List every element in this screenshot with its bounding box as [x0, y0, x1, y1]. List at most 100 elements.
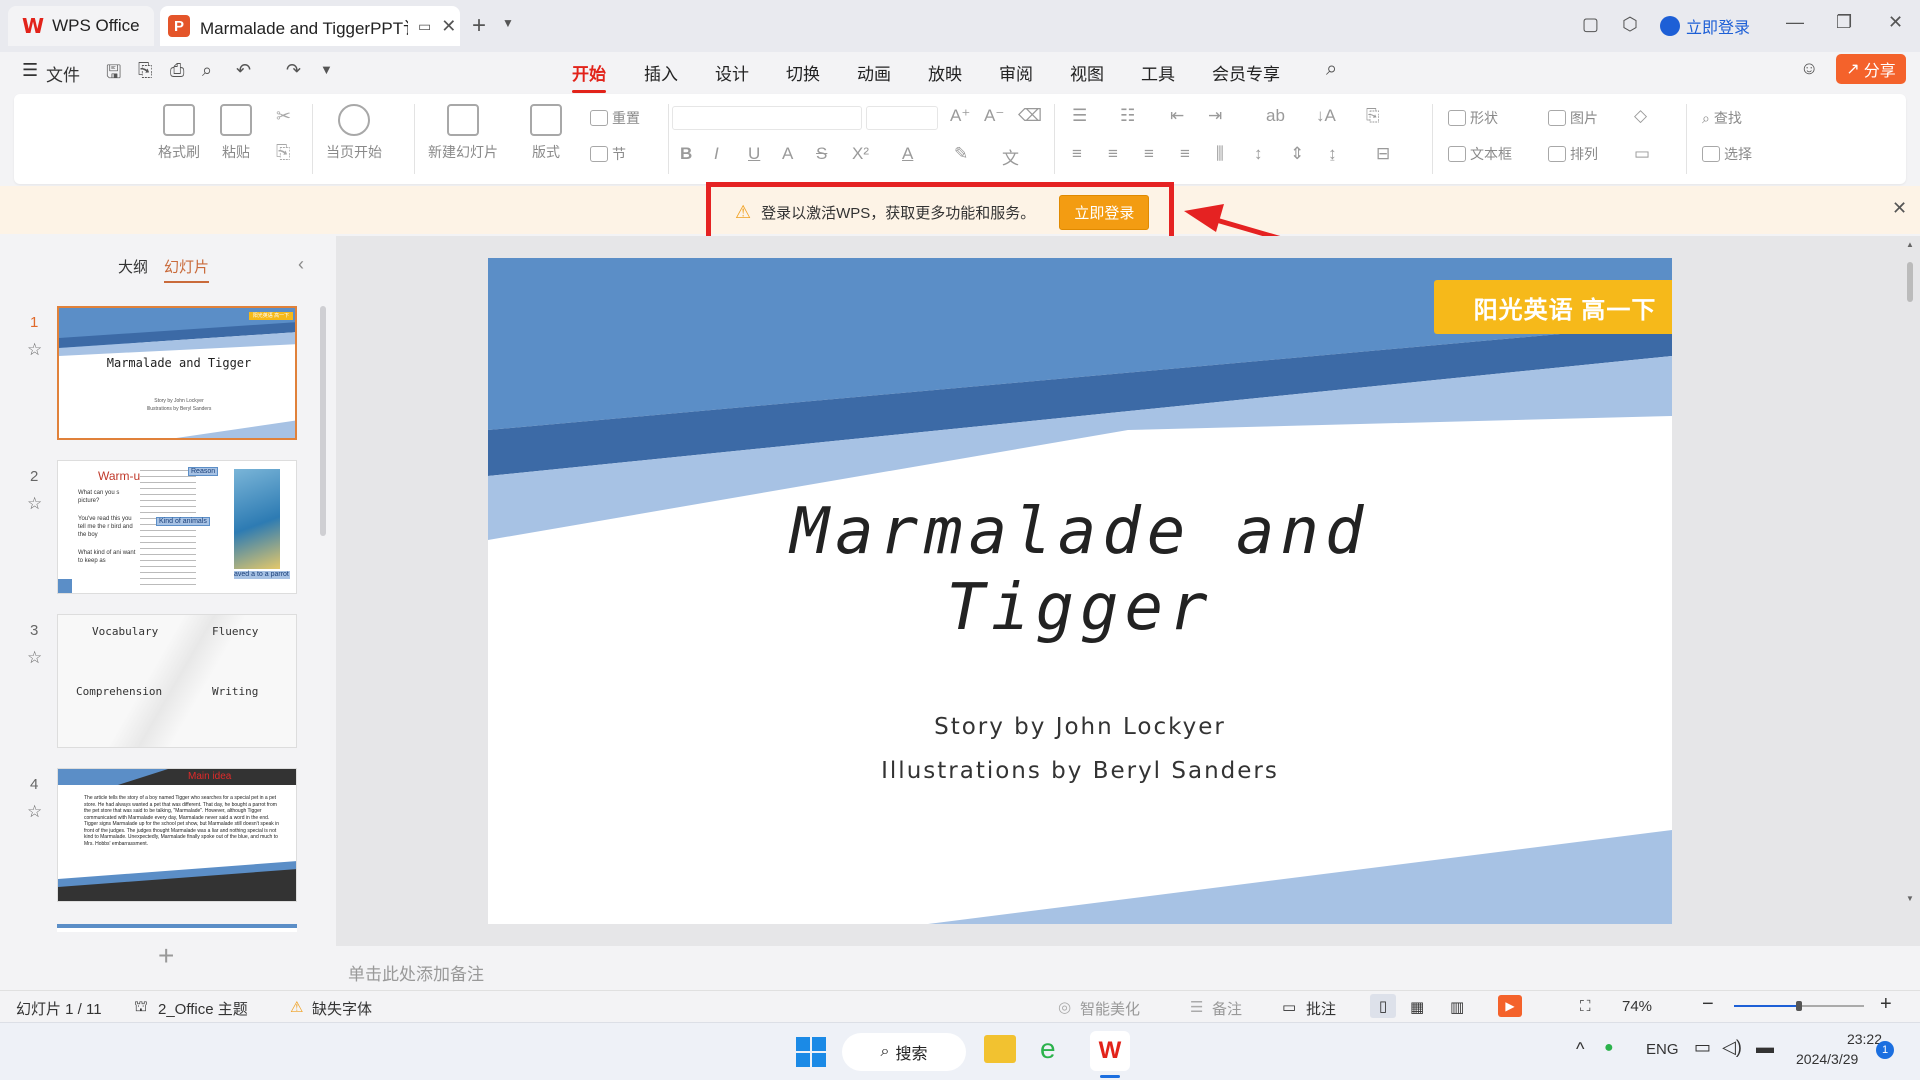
restore-icon[interactable]: ❐ [1836, 12, 1852, 33]
share-button[interactable]: ↗ 分享 [1836, 54, 1906, 84]
increase-indent-icon[interactable]: ⇥ [1208, 106, 1222, 126]
clock-date[interactable]: 2024/3/29 [1796, 1051, 1858, 1067]
clear-format-icon[interactable]: ⌫ [1018, 106, 1042, 126]
close-notice-icon[interactable]: ✕ [1892, 198, 1907, 219]
play-slideshow-icon[interactable]: ▶ [1498, 995, 1522, 1017]
zoom-out-icon[interactable]: − [1702, 993, 1714, 1016]
window-layout-icon[interactable]: ▢ [1582, 14, 1599, 35]
paste-button[interactable]: 粘贴 [220, 104, 252, 162]
underline-icon[interactable]: U [748, 144, 760, 164]
star-icon[interactable]: ☆ [27, 648, 42, 668]
shape-button[interactable]: 形状 [1448, 108, 1498, 128]
add-slide-icon[interactable]: + [158, 940, 174, 972]
align-center-icon[interactable]: ≡ [1108, 144, 1118, 164]
format-painter-button[interactable]: 格式刷 [158, 104, 200, 162]
slide-thumbnail-5-partial[interactable] [57, 924, 297, 932]
new-slide-button[interactable]: 新建幻灯片 [428, 104, 498, 162]
normal-view-icon[interactable]: ▯ [1370, 994, 1396, 1018]
wechat-icon[interactable]: ● [1604, 1039, 1614, 1057]
font-family-select[interactable] [672, 106, 862, 130]
copy-icon[interactable]: ⎘ [276, 142, 290, 163]
missing-font-link[interactable]: 缺失字体 [312, 998, 372, 1019]
line-spacing-icon[interactable]: ↕ [1254, 144, 1263, 164]
fit-window-icon[interactable]: ⛶ [1580, 998, 1591, 1015]
font-shrink-icon[interactable]: A⁻ [984, 106, 1004, 126]
align-left-icon[interactable]: ≡ [1072, 144, 1082, 164]
tab-member[interactable]: 会员专享 [1212, 60, 1280, 85]
text-direction-icon[interactable]: ab [1266, 106, 1285, 126]
star-icon[interactable]: ☆ [27, 494, 42, 514]
comments-toggle[interactable]: 批注 [1306, 998, 1336, 1019]
align-right-icon[interactable]: ≡ [1144, 144, 1154, 164]
bullet-list-icon[interactable]: ☰ [1072, 106, 1087, 126]
monitor-icon[interactable]: ▭ [418, 18, 431, 35]
tab-document[interactable]: P Marmalade and TiggerPPT讠 ▭ ✕ [160, 6, 460, 46]
start-current-button[interactable]: 当页开始 [326, 104, 382, 162]
login-link[interactable]: 立即登录 [1660, 14, 1750, 38]
font-size-select[interactable] [866, 106, 938, 130]
columns-icon[interactable]: ⫼ [1216, 144, 1224, 164]
input-language[interactable]: ENG [1646, 1041, 1679, 1058]
hamburger-icon[interactable]: ☰ [22, 60, 38, 81]
tab-insert[interactable]: 插入 [644, 60, 678, 85]
cube-icon[interactable]: ⬡ [1622, 14, 1638, 35]
save-icon[interactable]: 🖫 [106, 60, 121, 90]
spacing-icon[interactable]: ↨ [1328, 144, 1337, 164]
bold-icon[interactable]: B [680, 144, 692, 164]
italic-icon[interactable]: I [714, 144, 719, 164]
tab-start[interactable]: 开始 [572, 60, 606, 93]
reset-button[interactable]: 重置 [590, 108, 640, 128]
slide-thumbnail-3[interactable]: Vocabulary Fluency Comprehension Writing [57, 614, 297, 748]
search-icon[interactable]: ⌕ [1326, 58, 1337, 81]
reading-view-icon[interactable]: ▥ [1450, 998, 1464, 1016]
grid-view-icon[interactable]: ▦ [1410, 998, 1424, 1016]
network-icon[interactable]: ▭ [1694, 1037, 1711, 1058]
tab-review[interactable]: 审阅 [999, 60, 1033, 85]
decrease-indent-icon[interactable]: ⇤ [1170, 106, 1184, 126]
print-icon[interactable]: ⎙ [170, 60, 184, 81]
tray-chevron-icon[interactable]: ^ [1576, 1039, 1584, 1060]
slide-thumbnail-2[interactable]: Warm-up What can you s picture? You've re… [57, 460, 297, 594]
wps-taskbar-icon[interactable]: W [1090, 1031, 1130, 1071]
fill-icon[interactable]: ◇ [1634, 106, 1647, 126]
star-icon[interactable]: ☆ [27, 802, 42, 822]
arrange-button[interactable]: 排列 [1548, 144, 1598, 164]
text-effect-icon[interactable]: A [782, 144, 793, 164]
strikethrough-icon[interactable]: S [816, 144, 827, 164]
battery-icon[interactable]: ▬ [1756, 1037, 1774, 1058]
print-preview-icon[interactable]: ⌕ [202, 60, 212, 81]
taskbar-search[interactable]: ⌕ 搜索 [842, 1033, 966, 1071]
numbered-list-icon[interactable]: ☷ [1120, 106, 1135, 126]
quick-access-chevron-icon[interactable]: ▼ [320, 62, 333, 77]
zoom-level[interactable]: 74% [1622, 998, 1652, 1015]
export-icon[interactable]: ⎘ [138, 60, 152, 81]
tab-transition[interactable]: 切换 [786, 60, 820, 85]
paragraph-spacing-icon[interactable]: ⇕ [1290, 144, 1304, 164]
notes-toggle[interactable]: 备注 [1212, 998, 1242, 1019]
browser-icon[interactable]: e [1040, 1033, 1056, 1065]
slide-thumbnail-4[interactable]: Main idea The article tells the story of… [57, 768, 297, 902]
text-align-box-icon[interactable]: ⊟ [1376, 144, 1390, 164]
slides-tab[interactable]: 幻灯片 [164, 256, 210, 283]
outline-tab[interactable]: 大纲 [118, 256, 148, 277]
volume-icon[interactable]: ◁) [1722, 1037, 1742, 1058]
cut-icon[interactable]: ✂ [276, 106, 291, 127]
picture-button[interactable]: 图片 [1548, 108, 1598, 128]
new-tab-icon[interactable]: + [472, 12, 486, 40]
phonetic-icon[interactable]: 文 [1002, 144, 1019, 169]
clock-time[interactable]: 23:22 [1822, 1031, 1882, 1047]
canvas-scrollbar[interactable]: ▲ ▼ [1906, 240, 1914, 940]
minimize-icon[interactable]: — [1786, 12, 1804, 33]
slide-thumbnail-1[interactable]: 阳光英语 高一下 Marmalade and Tigger Story by J… [57, 306, 297, 440]
tab-design[interactable]: 设计 [715, 60, 749, 85]
start-icon[interactable] [796, 1037, 826, 1067]
convert-icon[interactable]: ⎘ [1366, 106, 1380, 126]
font-grow-icon[interactable]: A⁺ [950, 106, 970, 126]
tab-wps-home[interactable]: W WPS Office [8, 6, 154, 46]
panel-scrollbar[interactable] [320, 306, 326, 536]
sort-icon[interactable]: ↓A [1316, 106, 1336, 126]
collapse-panel-icon[interactable]: ‹ [298, 254, 304, 275]
notes-area[interactable]: 单击此处添加备注 [336, 948, 1920, 990]
section-button[interactable]: 节 [590, 144, 626, 164]
redo-icon[interactable]: ↷ [286, 60, 301, 81]
